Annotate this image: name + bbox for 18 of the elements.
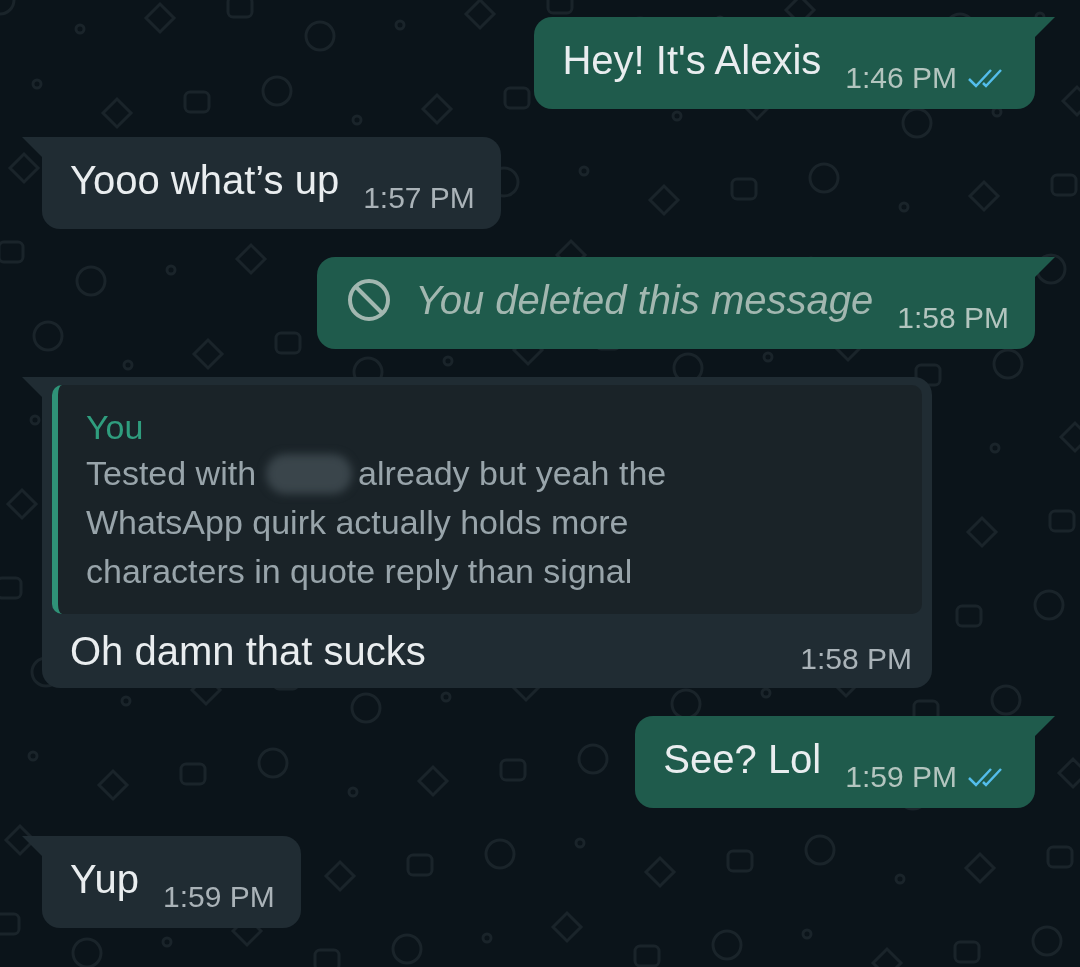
message-time: 1:59 PM [845,760,957,794]
quote-author: You [86,407,144,448]
message-time: 1:59 PM [162,880,275,914]
quote-text: Tested with [86,453,257,494]
message-text: Yooo what’s up [70,157,340,204]
message-text: Hey! It's Alexis [562,37,822,84]
message-time: 1:57 PM [363,181,475,215]
message-time: 1:46 PM [845,61,957,95]
quote-text: characters in quote reply than signal [86,551,634,592]
quoted-message[interactable]: You Tested with already but yeah the WhatsApp quirk actually holds more characters in quote reply than signal [52,385,922,614]
message-time: 1:58 PM [897,301,1009,335]
quote-text: WhatsApp quirk actually holds more [86,502,630,543]
quote-text: already but yeah the [358,453,667,494]
deleted-message-text: You deleted this message [415,277,874,324]
message-text: Oh damn that sucks [70,628,426,675]
message-text: Yup [70,856,139,903]
message-text: See? Lol [663,736,822,783]
message-time: 1:58 PM [800,642,912,676]
